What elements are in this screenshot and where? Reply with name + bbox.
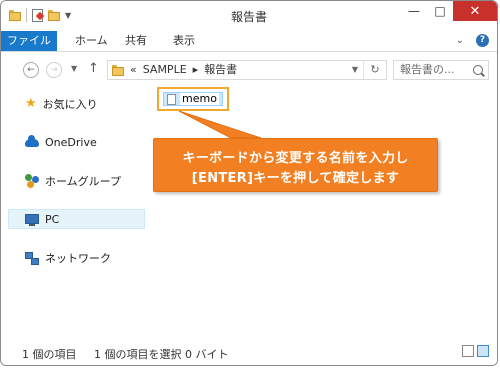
- callout-line-2: [ENTER]キーを押して確定します: [191, 171, 400, 186]
- selection-info: 1 個の項目を選択 0 バイト: [94, 348, 229, 361]
- callout-line-1: キーボードから変更する名前を入力し: [182, 151, 409, 166]
- details-view-icon[interactable]: [462, 345, 474, 357]
- view-buttons: [462, 345, 489, 357]
- large-icons-view-icon[interactable]: [477, 345, 489, 357]
- explorer-window: ▼ 報告書 — □ ✕ ファイル ホーム 共有 表示 ⌄ ? ← → ▼ ↑ «…: [0, 0, 498, 366]
- item-count: 1 個の項目: [22, 348, 77, 361]
- status-bar: 1 個の項目 1 個の項目を選択 0 バイト: [1, 339, 497, 365]
- instruction-callout: キーボードから変更する名前を入力し [ENTER]キーを押して確定します: [153, 138, 438, 192]
